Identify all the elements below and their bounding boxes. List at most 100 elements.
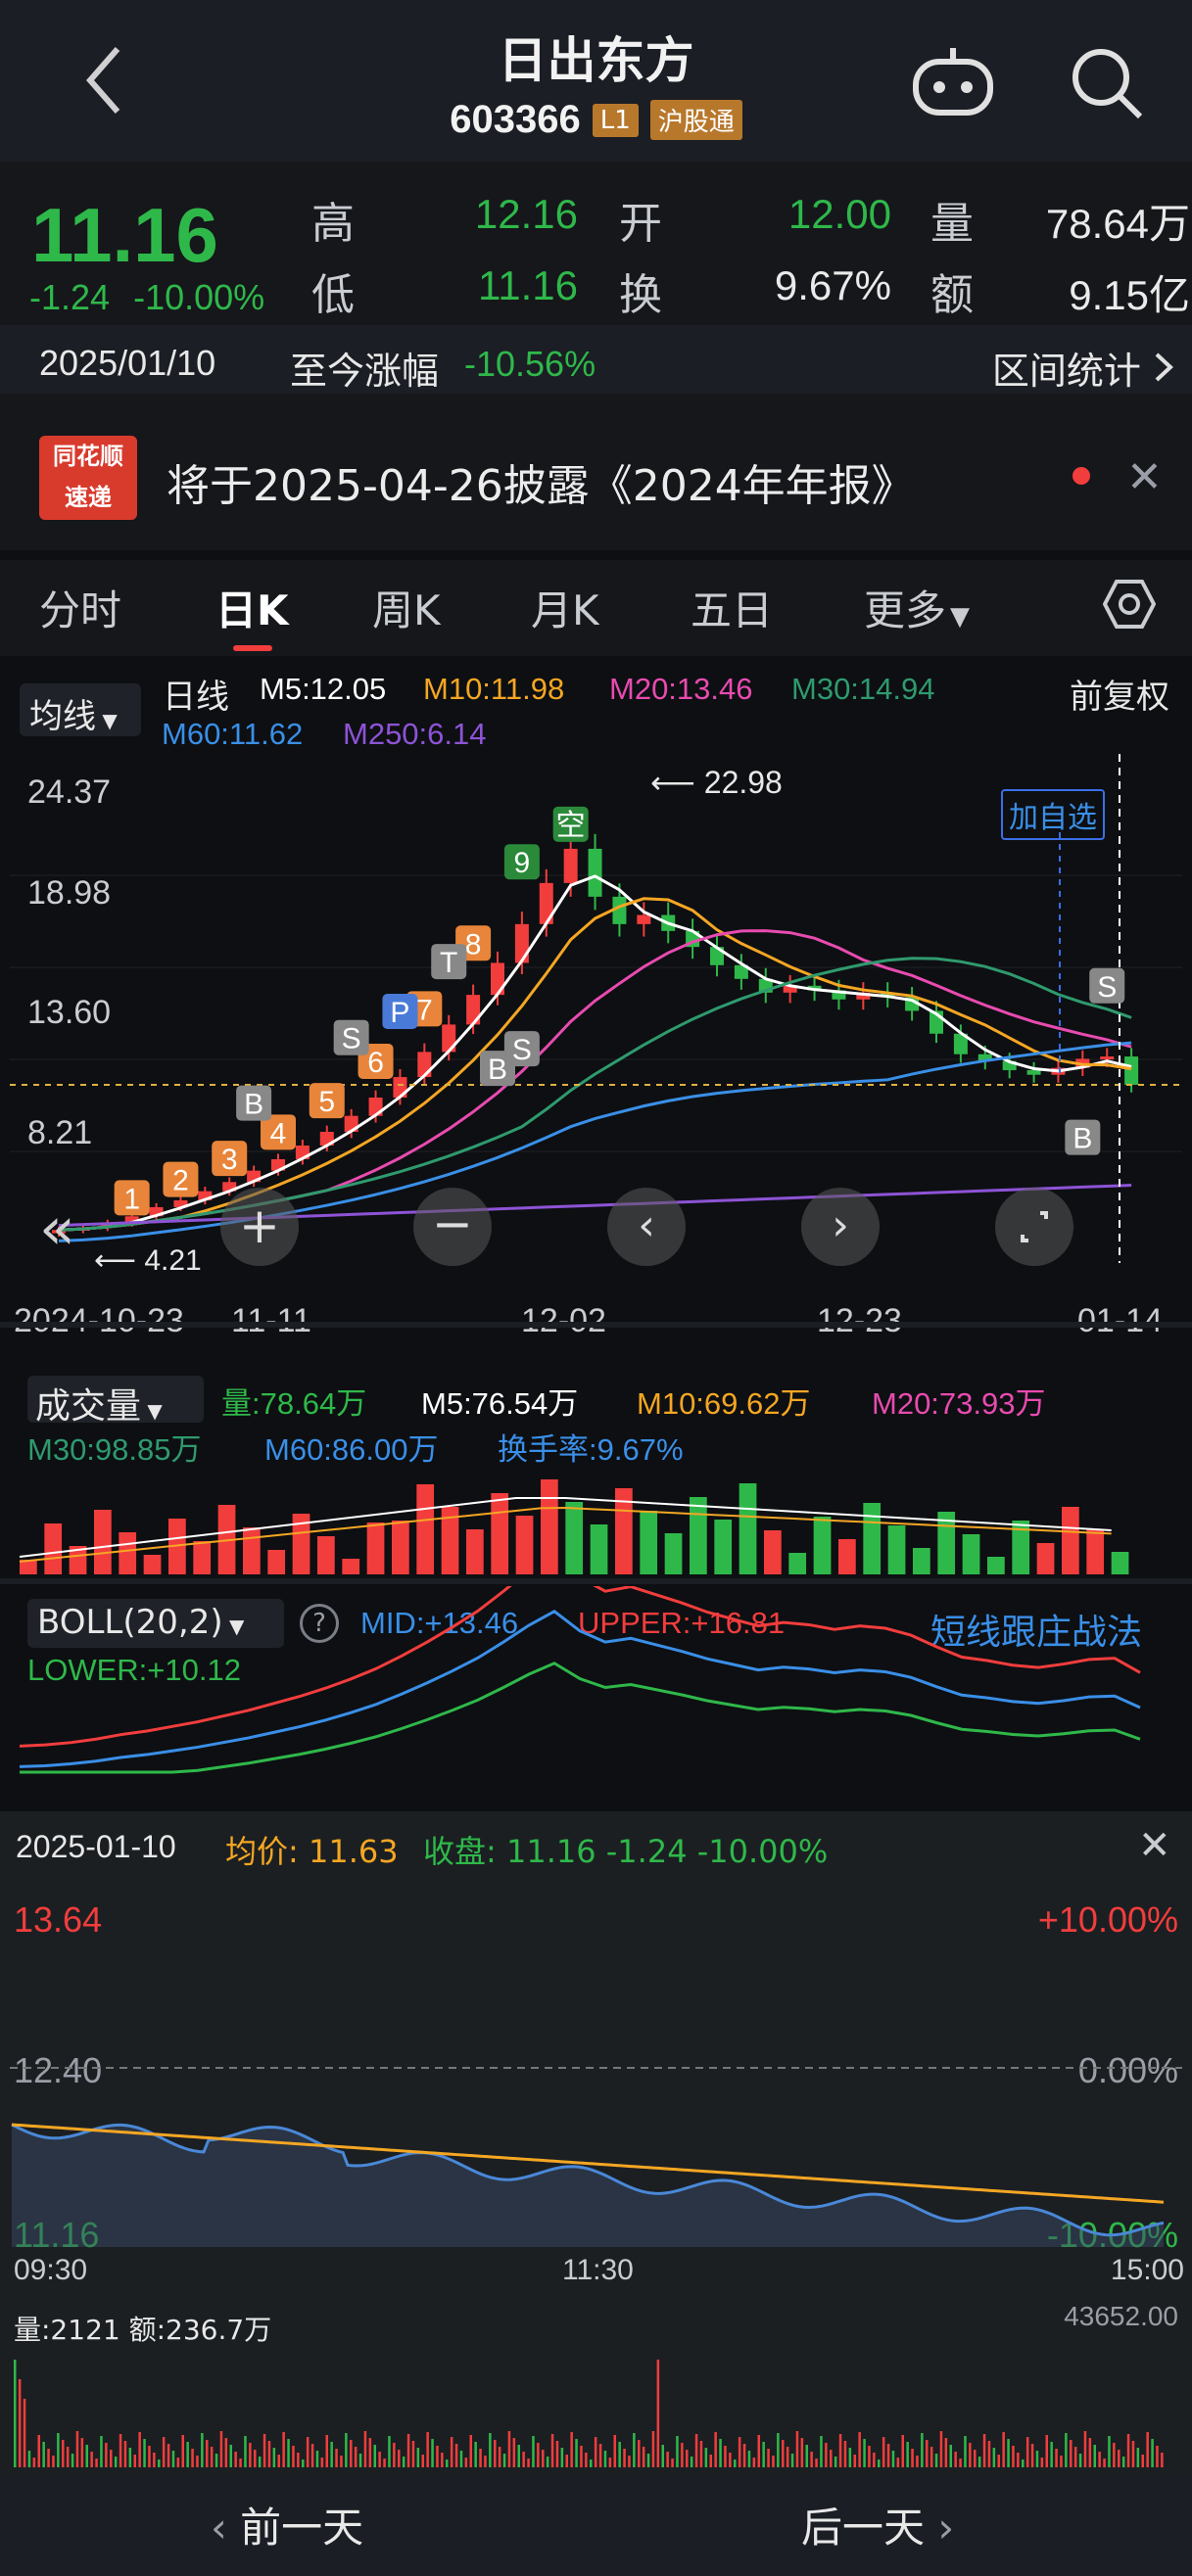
news-logo-icon: 同花顺 速递 <box>39 436 137 520</box>
intraday-volume-bar <box>446 2459 449 2467</box>
intraday-volume-bar <box>1040 2458 1044 2467</box>
divider <box>0 1578 1192 1584</box>
fullscreen-button[interactable] <box>995 1188 1073 1266</box>
intraday-volume-bar <box>484 2456 487 2467</box>
volume-bar <box>466 1529 484 1574</box>
intraday-chart[interactable] <box>0 1895 1192 2247</box>
intraday-volume-chart <box>14 2360 1164 2467</box>
quote-date: 2025/01/10 <box>39 343 216 383</box>
intraday-volume-bar <box>934 2454 938 2467</box>
intraday-volume-bar <box>598 2444 602 2467</box>
price-change: -1.24 -10.00% <box>29 277 264 318</box>
intraday-volume-bar <box>402 2457 405 2467</box>
turnover-rate: 换手率:9.67% <box>498 1432 684 1467</box>
add-watch-button[interactable]: 加自选 <box>1001 789 1105 840</box>
intraday-volume-bar <box>474 2442 477 2467</box>
intraday-volume-bar <box>464 2458 468 2467</box>
volume-bar <box>392 1521 409 1574</box>
prev-day-button[interactable]: ‹ 前一天 <box>211 2495 363 2554</box>
intraday-volume-bar <box>628 2456 631 2467</box>
intraday-volume-bar <box>373 2445 376 2467</box>
candle-body <box>1026 1070 1041 1075</box>
intraday-volume-bar <box>1065 2433 1068 2467</box>
range-stats-button[interactable]: 区间统计 <box>992 341 1174 395</box>
tab-weekly-k[interactable]: 周K <box>372 578 441 637</box>
intraday-volume-bar <box>1055 2449 1058 2467</box>
search-icon[interactable] <box>1068 44 1146 122</box>
intraday-volume-bar <box>398 2450 401 2467</box>
close-icon[interactable]: ✕ <box>1138 1823 1171 1868</box>
intraday-volume-bar <box>1017 2453 1020 2467</box>
intraday-volume-bar <box>848 2448 852 2467</box>
since-label: 至今涨幅 <box>290 350 440 393</box>
intraday-volume-bar <box>873 2453 876 2467</box>
intraday-volume-bar <box>363 2431 367 2467</box>
signal-b3-text: B <box>1073 1123 1092 1155</box>
vol-m10: M10:69.62万 <box>637 1386 811 1421</box>
intraday-volume-bar <box>815 2459 818 2467</box>
candle-body <box>1100 1056 1115 1060</box>
tab-daily-k[interactable]: 日K <box>215 578 289 637</box>
intraday-volume-bar <box>585 2453 588 2467</box>
intraday-volume-bar <box>267 2441 271 2467</box>
tab-five-day[interactable]: 五日 <box>691 578 773 637</box>
volume-chart[interactable] <box>0 1469 1192 1574</box>
nine-count-4-text: 4 <box>270 1117 287 1149</box>
intraday-volume-bar <box>959 2459 962 2467</box>
adjust-mode[interactable]: 前复权 <box>1070 670 1169 718</box>
volume-bar <box>739 1483 757 1574</box>
candle-body <box>1124 1056 1139 1085</box>
next-day-button[interactable]: 后一天 › <box>801 2495 954 2554</box>
tab-monthly-k[interactable]: 月K <box>531 578 599 637</box>
intraday-volume-bar <box>1070 2440 1073 2467</box>
volume-value: 78.64万 <box>1045 201 1190 247</box>
collapse-left-icon[interactable]: « <box>39 1194 75 1263</box>
vol-value: 量:78.64万 <box>221 1386 367 1421</box>
signal-kong-text: 空 <box>556 810 586 842</box>
tab-intraday[interactable]: 分时 <box>39 578 121 637</box>
settings-hexagon-icon[interactable] <box>1103 578 1156 631</box>
intraday-volume-bar <box>633 2433 636 2467</box>
nine-count-1-text: 1 <box>123 1183 140 1215</box>
tab-more[interactable]: 更多 ▼ <box>864 578 970 637</box>
close-icon[interactable]: ✕ <box>1126 452 1163 502</box>
intraday-volume-bar <box>542 2450 545 2467</box>
intraday-volume-bar <box>287 2439 290 2467</box>
intraday-volume-bar <box>368 2438 372 2467</box>
ma20-line <box>58 929 1132 1232</box>
intraday-volume-bar <box>325 2435 328 2467</box>
intraday-volume-bar <box>229 2445 232 2467</box>
volume-bar <box>813 1517 832 1574</box>
intraday-volume-bar <box>345 2433 348 2467</box>
scroll-left-button[interactable]: ‹ <box>607 1188 686 1266</box>
intraday-volume-bar <box>752 2458 756 2467</box>
intraday-volume-bar <box>891 2451 895 2467</box>
intraday-volume-bar <box>1098 2452 1101 2467</box>
ma20-label: M20:13.46 <box>609 672 753 706</box>
intraday-volume-bar <box>37 2435 40 2467</box>
zoom-in-button[interactable]: + <box>220 1188 299 1266</box>
intraday-volume-bar <box>1025 2437 1029 2467</box>
intraday-volume-bar <box>681 2443 684 2467</box>
intraday-volume-bar <box>777 2433 780 2467</box>
notice-text[interactable]: 将于2025-04-26披露《2024年年报》 <box>167 450 915 513</box>
intraday-volume-bar <box>302 2459 305 2467</box>
intraday-volume-bar <box>1131 2441 1135 2467</box>
intraday-volume-bar <box>292 2446 295 2467</box>
since-value: -10.56% <box>464 344 596 384</box>
intraday-volume-bar <box>1022 2459 1025 2467</box>
indicator-select[interactable]: 均线 ▼ <box>20 683 141 736</box>
robot-assistant-icon[interactable] <box>911 44 995 118</box>
boll-chart[interactable] <box>0 1586 1192 1782</box>
intraday-volume-bar <box>886 2444 890 2467</box>
high-label: 高 <box>311 199 355 249</box>
scroll-right-button[interactable]: › <box>801 1188 880 1266</box>
intraday-volume-bar <box>656 2360 660 2467</box>
intraday-volume-bar <box>47 2449 50 2467</box>
zoom-out-button[interactable]: − <box>413 1188 492 1266</box>
divider <box>0 1322 1192 1328</box>
intraday-volume-bar <box>590 2459 593 2467</box>
volume-indicator-select[interactable]: 成交量 ▼ <box>27 1376 204 1427</box>
logo-line2: 速递 <box>65 484 112 511</box>
intraday-volume-bar <box>454 2444 458 2467</box>
